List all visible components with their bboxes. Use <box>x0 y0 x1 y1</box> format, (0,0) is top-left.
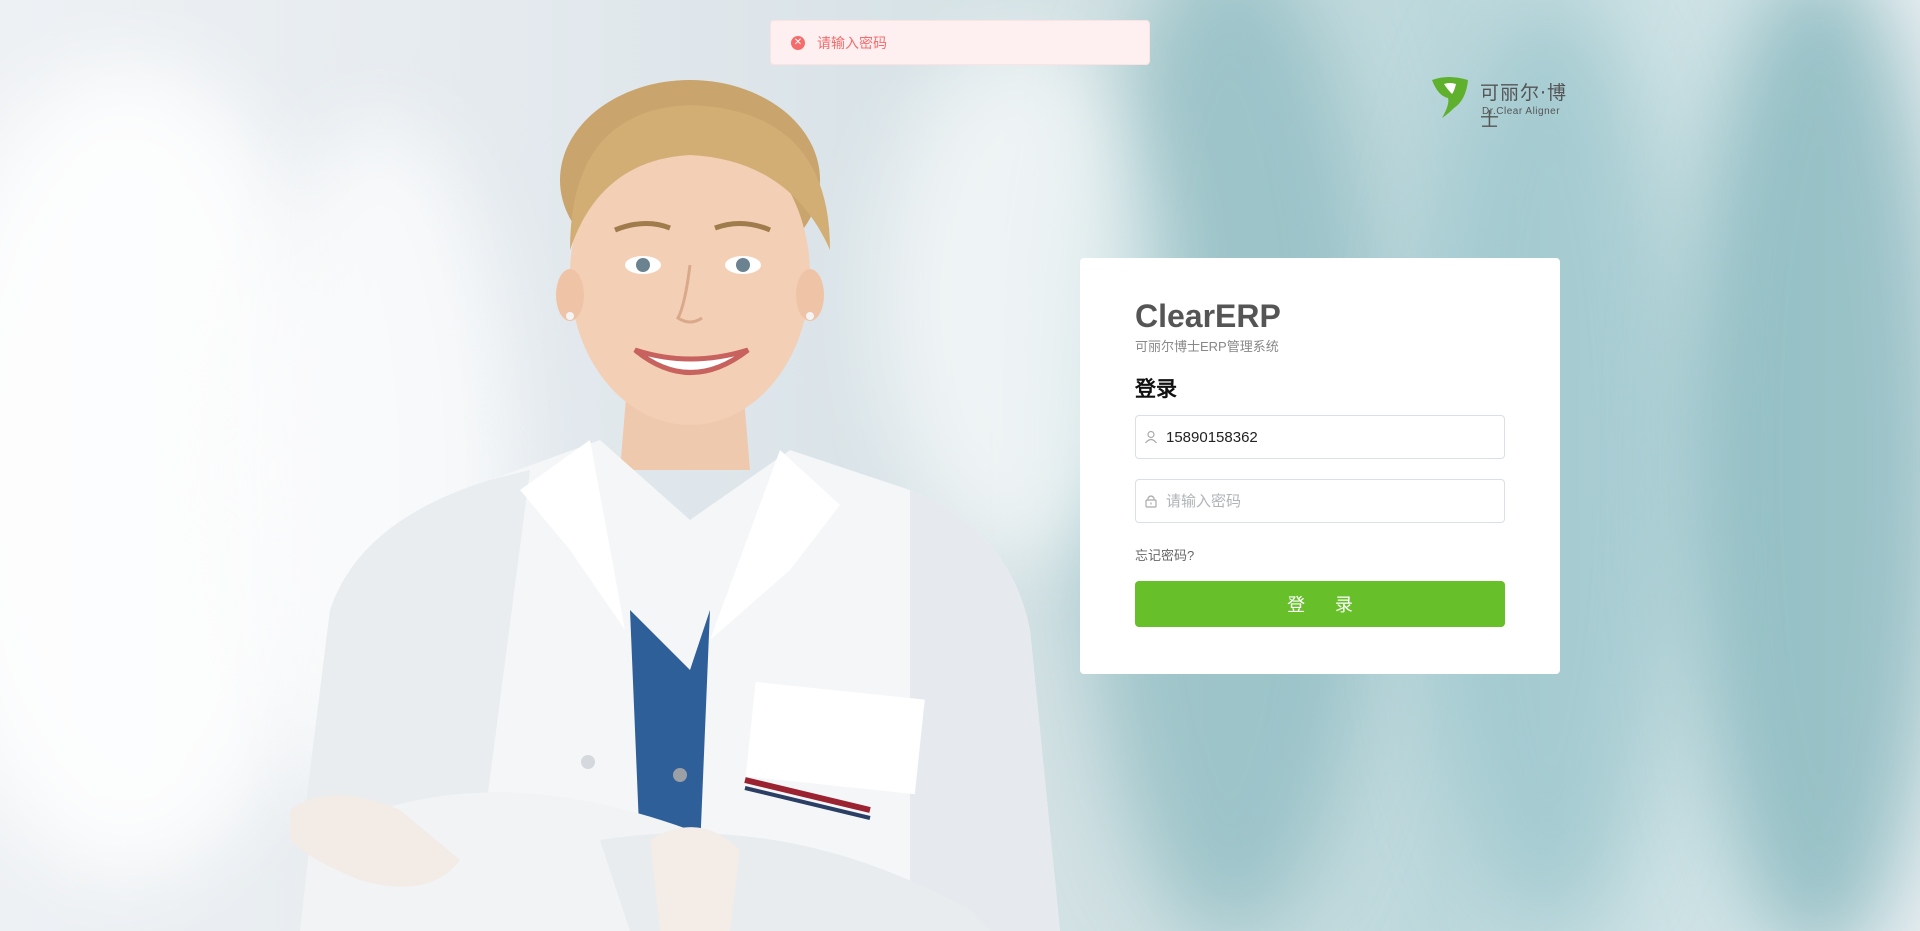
background-blur <box>1690 0 1920 931</box>
username-field[interactable] <box>1135 415 1505 459</box>
login-button[interactable]: 登 录 <box>1135 581 1505 627</box>
app-title: ClearERP <box>1135 298 1281 334</box>
login-heading: 登录 <box>1135 378 1177 401</box>
password-field[interactable] <box>1135 479 1505 523</box>
brand-logo: 可丽尔·博士 Dr.Clear Aligner <box>1428 74 1568 131</box>
lock-icon <box>1136 494 1166 508</box>
forgot-password-link[interactable]: 忘记密码? <box>1135 545 1194 564</box>
logo-name-en: Dr.Clear Aligner <box>1482 106 1561 117</box>
app-subtitle: 可丽尔博士ERP管理系统 <box>1135 339 1279 354</box>
password-input[interactable] <box>1166 492 1486 510</box>
error-circle-icon: ✕ <box>791 35 805 50</box>
tooth-logo-icon <box>1432 77 1468 118</box>
toast-message: 请输入密码 <box>817 34 887 51</box>
error-toast: ✕ 请输入密码 <box>770 20 1150 65</box>
user-icon <box>1136 430 1166 444</box>
username-input[interactable] <box>1166 428 1486 446</box>
login-page: ✕ 请输入密码 可丽尔·博士 Dr.Clear Aligner ClearERP… <box>0 0 1920 931</box>
doctor-hero-image <box>290 80 1060 931</box>
login-card: ClearERP 可丽尔博士ERP管理系统 登录 15890158362 忘记密… <box>1080 258 1560 674</box>
logo-name-cn: 可丽尔·博士 <box>1480 82 1568 131</box>
